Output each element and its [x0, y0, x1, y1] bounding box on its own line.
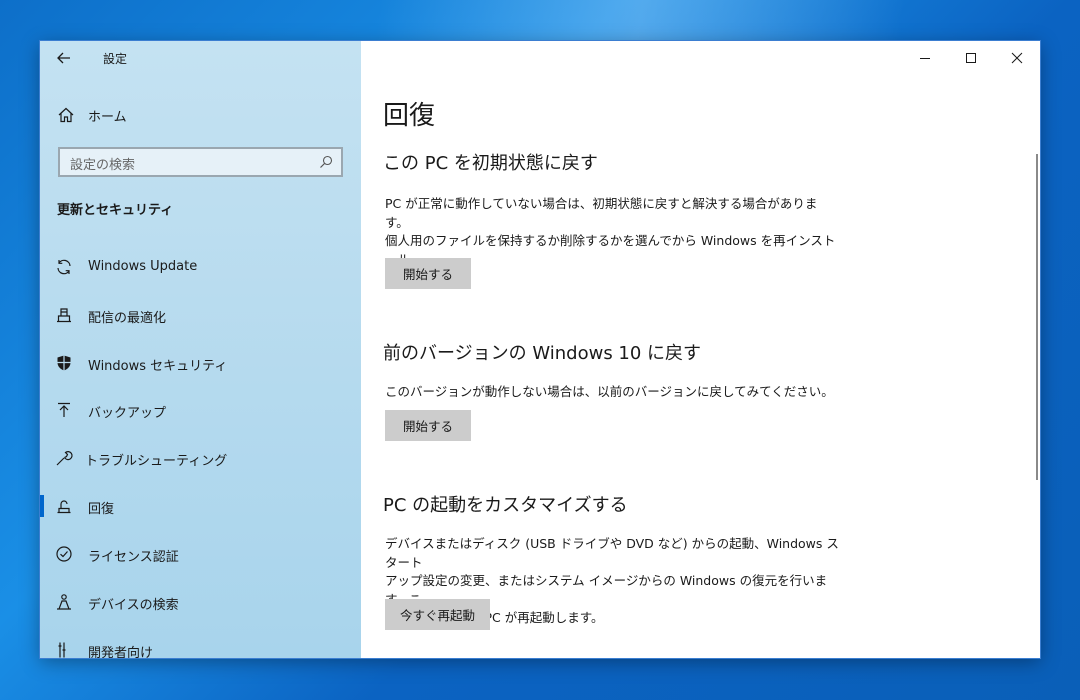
sidebar-item-label: 開発者向け — [88, 646, 154, 658]
page-title: 回復 — [383, 101, 436, 131]
sidebar-item-backup[interactable]: バックアップ — [40, 393, 361, 427]
sidebar-item-troubleshoot[interactable]: トラブルシューティング — [40, 441, 361, 475]
sidebar-item-label: バックアップ — [88, 406, 167, 421]
sidebar: 設定 ホーム 設定の検索 更新とセキュリティ Windows Update 配信… — [40, 41, 361, 658]
sidebar-item-label: Windows セキュリティ — [88, 359, 228, 374]
sidebar-item-label: Windows Update — [88, 259, 198, 274]
section-title: 更新とセキュリティ — [57, 203, 174, 218]
section-description-go-back: このバージョンが動作しない場合は、以前のバージョンに戻してみてください。 — [385, 384, 834, 399]
search-input[interactable]: 設定の検索 — [58, 147, 343, 177]
main-content: 回復 この PC を初期状態に戻す PC が正常に動作していない場合は、初期状態… — [361, 41, 1040, 658]
sidebar-item-delivery-optimization[interactable]: 配信の最適化 — [40, 298, 361, 332]
sidebar-item-windows-security[interactable]: Windows セキュリティ — [40, 346, 361, 380]
sidebar-item-label: ライセンス認証 — [88, 550, 179, 565]
check-circle-icon — [56, 546, 72, 562]
sidebar-item-label: 配信の最適化 — [88, 311, 167, 326]
search-icon — [320, 155, 333, 168]
sidebar-item-label: トラブルシューティング — [85, 454, 228, 469]
person-locate-icon — [57, 594, 71, 610]
sidebar-item-label: デバイスの検索 — [88, 598, 179, 613]
reset-pc-start-button[interactable]: 開始する — [385, 258, 472, 289]
maximize-icon — [966, 53, 976, 63]
back-button[interactable] — [53, 48, 75, 68]
sidebar-item-activation[interactable]: ライセンス認証 — [40, 537, 361, 571]
go-back-start-button[interactable]: 開始する — [385, 410, 472, 441]
minimize-button[interactable] — [902, 45, 948, 71]
section-heading-go-back: 前のバージョンの Windows 10 に戻す — [383, 343, 702, 364]
home-icon — [58, 107, 74, 123]
delivery-optimization-icon — [57, 308, 71, 323]
sidebar-item-label: 回復 — [88, 502, 115, 517]
restart-now-button[interactable]: 今すぐ再起動 — [385, 599, 491, 630]
sidebar-item-windows-update[interactable]: Windows Update — [40, 250, 361, 284]
minimize-icon — [920, 58, 930, 59]
sidebar-item-find-my-device[interactable]: デバイスの検索 — [40, 585, 361, 619]
sidebar-item-home[interactable]: ホーム — [40, 101, 361, 129]
developer-tools-icon — [58, 642, 66, 658]
recovery-icon — [57, 500, 71, 514]
search-placeholder: 設定の検索 — [70, 158, 136, 173]
active-indicator — [40, 495, 44, 517]
settings-window: 設定 ホーム 設定の検索 更新とセキュリティ Windows Update 配信… — [40, 41, 1040, 658]
back-arrow-icon — [57, 52, 70, 64]
upload-arrow-icon — [58, 402, 70, 417]
section-heading-reset-pc: この PC を初期状態に戻す — [383, 153, 598, 174]
app-title: 設定 — [103, 52, 128, 66]
sidebar-item-label: ホーム — [88, 110, 127, 125]
scrollbar[interactable] — [1036, 154, 1038, 480]
wrench-icon — [56, 451, 73, 466]
sync-icon — [57, 259, 71, 275]
shield-icon — [57, 355, 71, 371]
sidebar-item-recovery[interactable]: 回復 — [40, 489, 361, 523]
maximize-button[interactable] — [948, 45, 994, 71]
close-icon — [1011, 52, 1023, 64]
sidebar-item-developers[interactable]: 開発者向け — [40, 633, 361, 658]
title-bar-left: 設定 — [40, 41, 361, 75]
section-heading-advanced-startup: PC の起動をカスタマイズする — [383, 495, 628, 516]
close-button[interactable] — [994, 45, 1040, 71]
